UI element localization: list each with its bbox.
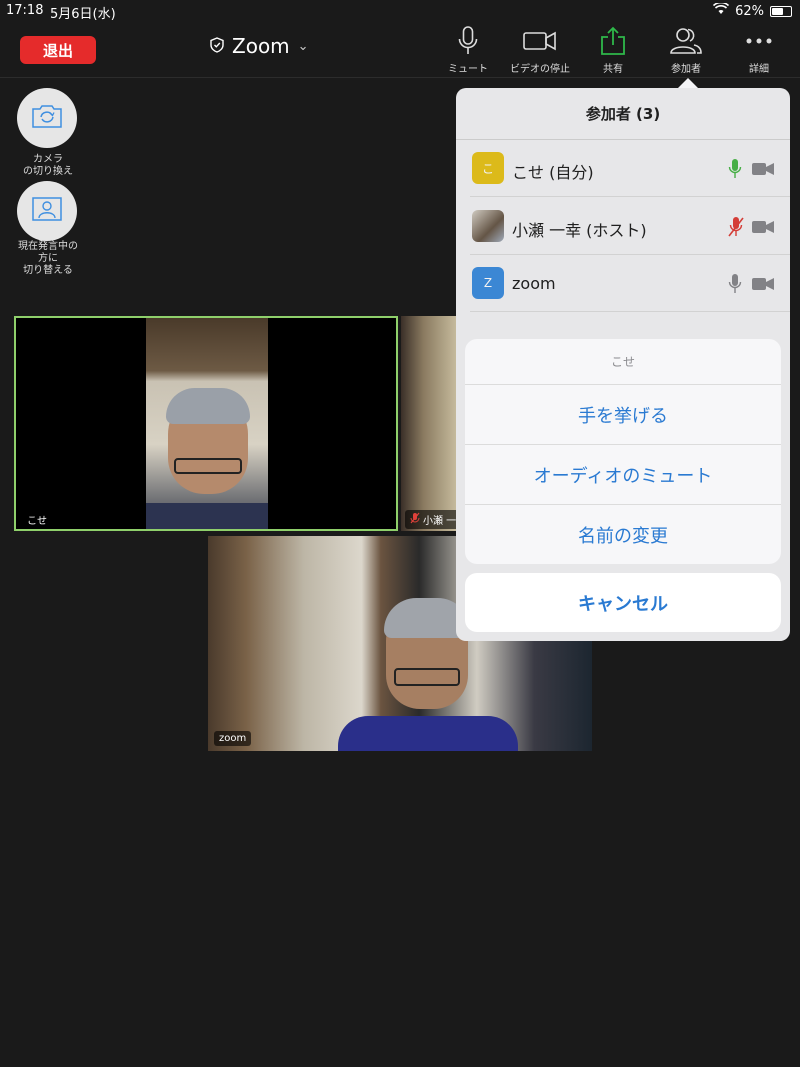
video-tile-name-text: 小瀬 一 (423, 516, 457, 527)
status-right: 62% (713, 1, 792, 19)
participant-action-sheet: こせ 手を挙げる オーディオのミュート 名前の変更 (465, 339, 781, 564)
share-upload-icon (573, 26, 653, 56)
participants-icon (646, 26, 726, 56)
mute-audio-button[interactable]: オーディオのミュート (465, 445, 781, 505)
person-hair (166, 388, 250, 424)
mic-muted-icon (410, 512, 420, 527)
mute-label: ミュート (448, 64, 488, 75)
person-shirt (146, 503, 268, 529)
video-tile-name: こせ (22, 510, 52, 529)
switch-speaker-view-label: 現在発言中の 方に 切り替える (18, 241, 78, 276)
stop-video-label: ビデオの停止 (510, 64, 570, 75)
date: 5月6日(水) (50, 7, 116, 22)
video-tile-self[interactable]: こせ (14, 316, 398, 531)
microphone-icon (428, 26, 508, 56)
chevron-down-icon: ⌄ (297, 38, 309, 54)
glasses (174, 458, 242, 474)
meeting-toolbar: 退出 Zoom ⌄ ミュート ビデオの停止 共有 参加者 詳細 (0, 22, 800, 78)
speaker-view-icon (31, 196, 63, 226)
share-button[interactable]: 共有 (573, 26, 653, 75)
video-tile-name: 小瀬 一 (405, 510, 457, 529)
share-label: 共有 (603, 64, 623, 75)
more-dots-icon (719, 26, 799, 56)
action-sheet-title: こせ (465, 339, 781, 385)
rename-button[interactable]: 名前の変更 (465, 505, 781, 564)
raise-hand-button[interactable]: 手を挙げる (465, 385, 781, 445)
participants-label: 参加者 (671, 64, 701, 75)
wifi-icon (713, 1, 730, 19)
switch-speaker-view-button[interactable] (17, 181, 77, 241)
leave-button[interactable]: 退出 (20, 36, 96, 64)
clock: 17:18 (6, 3, 44, 18)
video-camera-icon (500, 26, 580, 56)
switch-camera-label: カメラ の切り換え (23, 154, 73, 177)
more-label: 詳細 (749, 64, 769, 75)
cancel-button[interactable]: キャンセル (465, 573, 781, 632)
meeting-title[interactable]: Zoom ⌄ (210, 34, 309, 58)
shield-icon (210, 34, 224, 58)
stop-video-button[interactable]: ビデオの停止 (500, 26, 580, 75)
person-shirt (338, 716, 518, 751)
participants-button[interactable]: 参加者 (646, 26, 726, 75)
switch-camera-button[interactable] (17, 88, 77, 148)
video-feed-self (146, 318, 268, 529)
video-tile-name: zoom (214, 731, 252, 746)
meeting-title-text: Zoom (232, 34, 290, 58)
more-button[interactable]: 詳細 (719, 26, 799, 75)
camera-switch-icon (30, 103, 64, 133)
glasses (394, 668, 460, 686)
video-tile-host[interactable]: 小瀬 一 (401, 316, 457, 531)
mute-button[interactable]: ミュート (428, 26, 508, 75)
status-bar: 17:18 5月6日(水) 62% (0, 0, 800, 22)
battery-icon (770, 5, 792, 17)
battery-percent: 62% (735, 3, 764, 19)
